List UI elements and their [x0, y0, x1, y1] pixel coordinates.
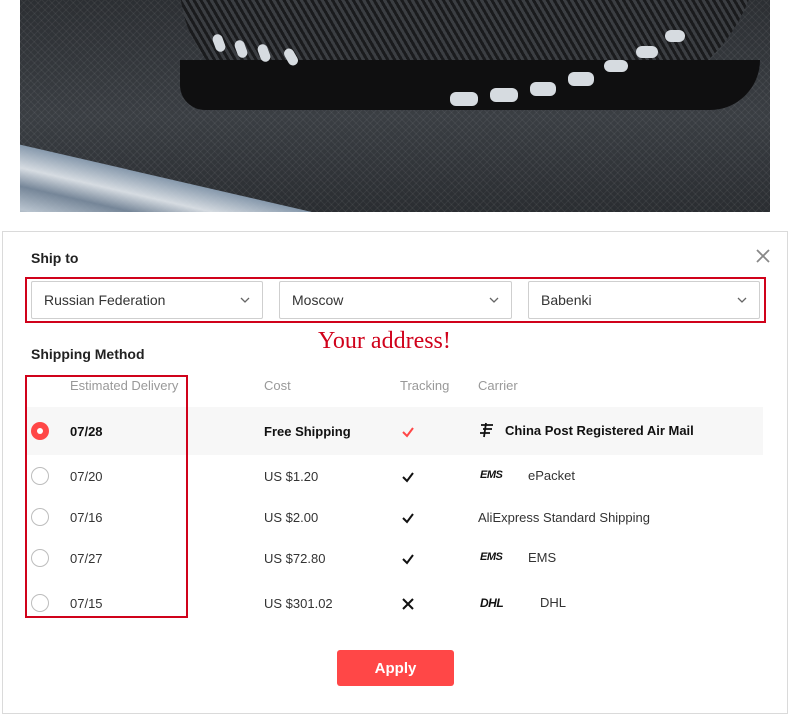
shipping-option-radio[interactable] — [31, 422, 49, 440]
shipping-cost: US $301.02 — [264, 596, 333, 611]
check-icon — [402, 513, 414, 524]
sole-lug — [568, 72, 594, 86]
column-tracking: Tracking — [400, 378, 450, 393]
check-icon — [402, 427, 414, 438]
sole-lug — [530, 82, 556, 96]
delivery-date: 07/16 — [70, 510, 103, 525]
country-value: Russian Federation — [44, 292, 166, 308]
ems-logo-icon: EMS — [480, 469, 503, 481]
treadmill-rail — [20, 140, 507, 212]
city-value: Moscow — [292, 292, 344, 308]
check-icon — [402, 554, 414, 565]
sole-lug — [450, 92, 478, 106]
carrier-name: ePacket — [528, 468, 575, 483]
delivery-date: 07/27 — [70, 551, 103, 566]
product-photo — [20, 0, 770, 212]
china-post-logo-icon — [480, 422, 493, 438]
shipping-method-title: Shipping Method — [31, 346, 145, 362]
close-icon[interactable] — [753, 246, 773, 266]
shipping-option-radio[interactable] — [31, 467, 49, 485]
carrier-name: China Post Registered Air Mail — [505, 423, 694, 438]
ship-to-title: Ship to — [31, 250, 79, 266]
chevron-down-icon — [737, 297, 747, 303]
carrier-name: EMS — [528, 550, 557, 565]
cross-icon — [402, 598, 414, 610]
check-icon — [402, 472, 414, 483]
dhl-logo-icon: DHL — [480, 596, 504, 610]
carrier-name: DHL — [540, 595, 567, 610]
shipping-cost: US $1.20 — [264, 469, 319, 484]
district-select[interactable]: Babenki — [528, 281, 760, 319]
apply-button[interactable]: Apply — [337, 650, 454, 686]
city-select[interactable]: Moscow — [279, 281, 512, 319]
address-annotation: Your address! — [318, 328, 451, 354]
column-carrier: Carrier — [478, 378, 518, 393]
delivery-highlight-box — [25, 375, 188, 618]
sole-lug — [490, 88, 518, 102]
country-select[interactable]: Russian Federation — [31, 281, 263, 319]
chevron-down-icon — [489, 297, 499, 303]
delivery-date: 07/15 — [70, 596, 103, 611]
delivery-date: 07/20 — [70, 469, 103, 484]
sole-lug — [636, 46, 658, 58]
shipping-option-radio[interactable] — [31, 508, 49, 526]
carrier-name: AliExpress Standard Shipping — [478, 510, 650, 525]
delivery-date: 07/28 — [70, 424, 103, 439]
shipping-option-radio[interactable] — [31, 594, 49, 612]
shipping-option-radio[interactable] — [31, 549, 49, 567]
shipping-cost: US $72.80 — [264, 551, 326, 566]
district-value: Babenki — [541, 292, 592, 308]
chevron-down-icon — [240, 297, 250, 303]
sole-lug — [665, 30, 685, 42]
ems-logo-icon: EMS — [480, 551, 503, 563]
shipping-modal: Ship to Russian Federation Moscow Babenk… — [2, 231, 788, 714]
column-cost: Cost — [264, 378, 291, 393]
sole-lug — [604, 60, 628, 72]
shipping-cost: Free Shipping — [264, 424, 351, 439]
shipping-cost: US $2.00 — [264, 510, 319, 525]
